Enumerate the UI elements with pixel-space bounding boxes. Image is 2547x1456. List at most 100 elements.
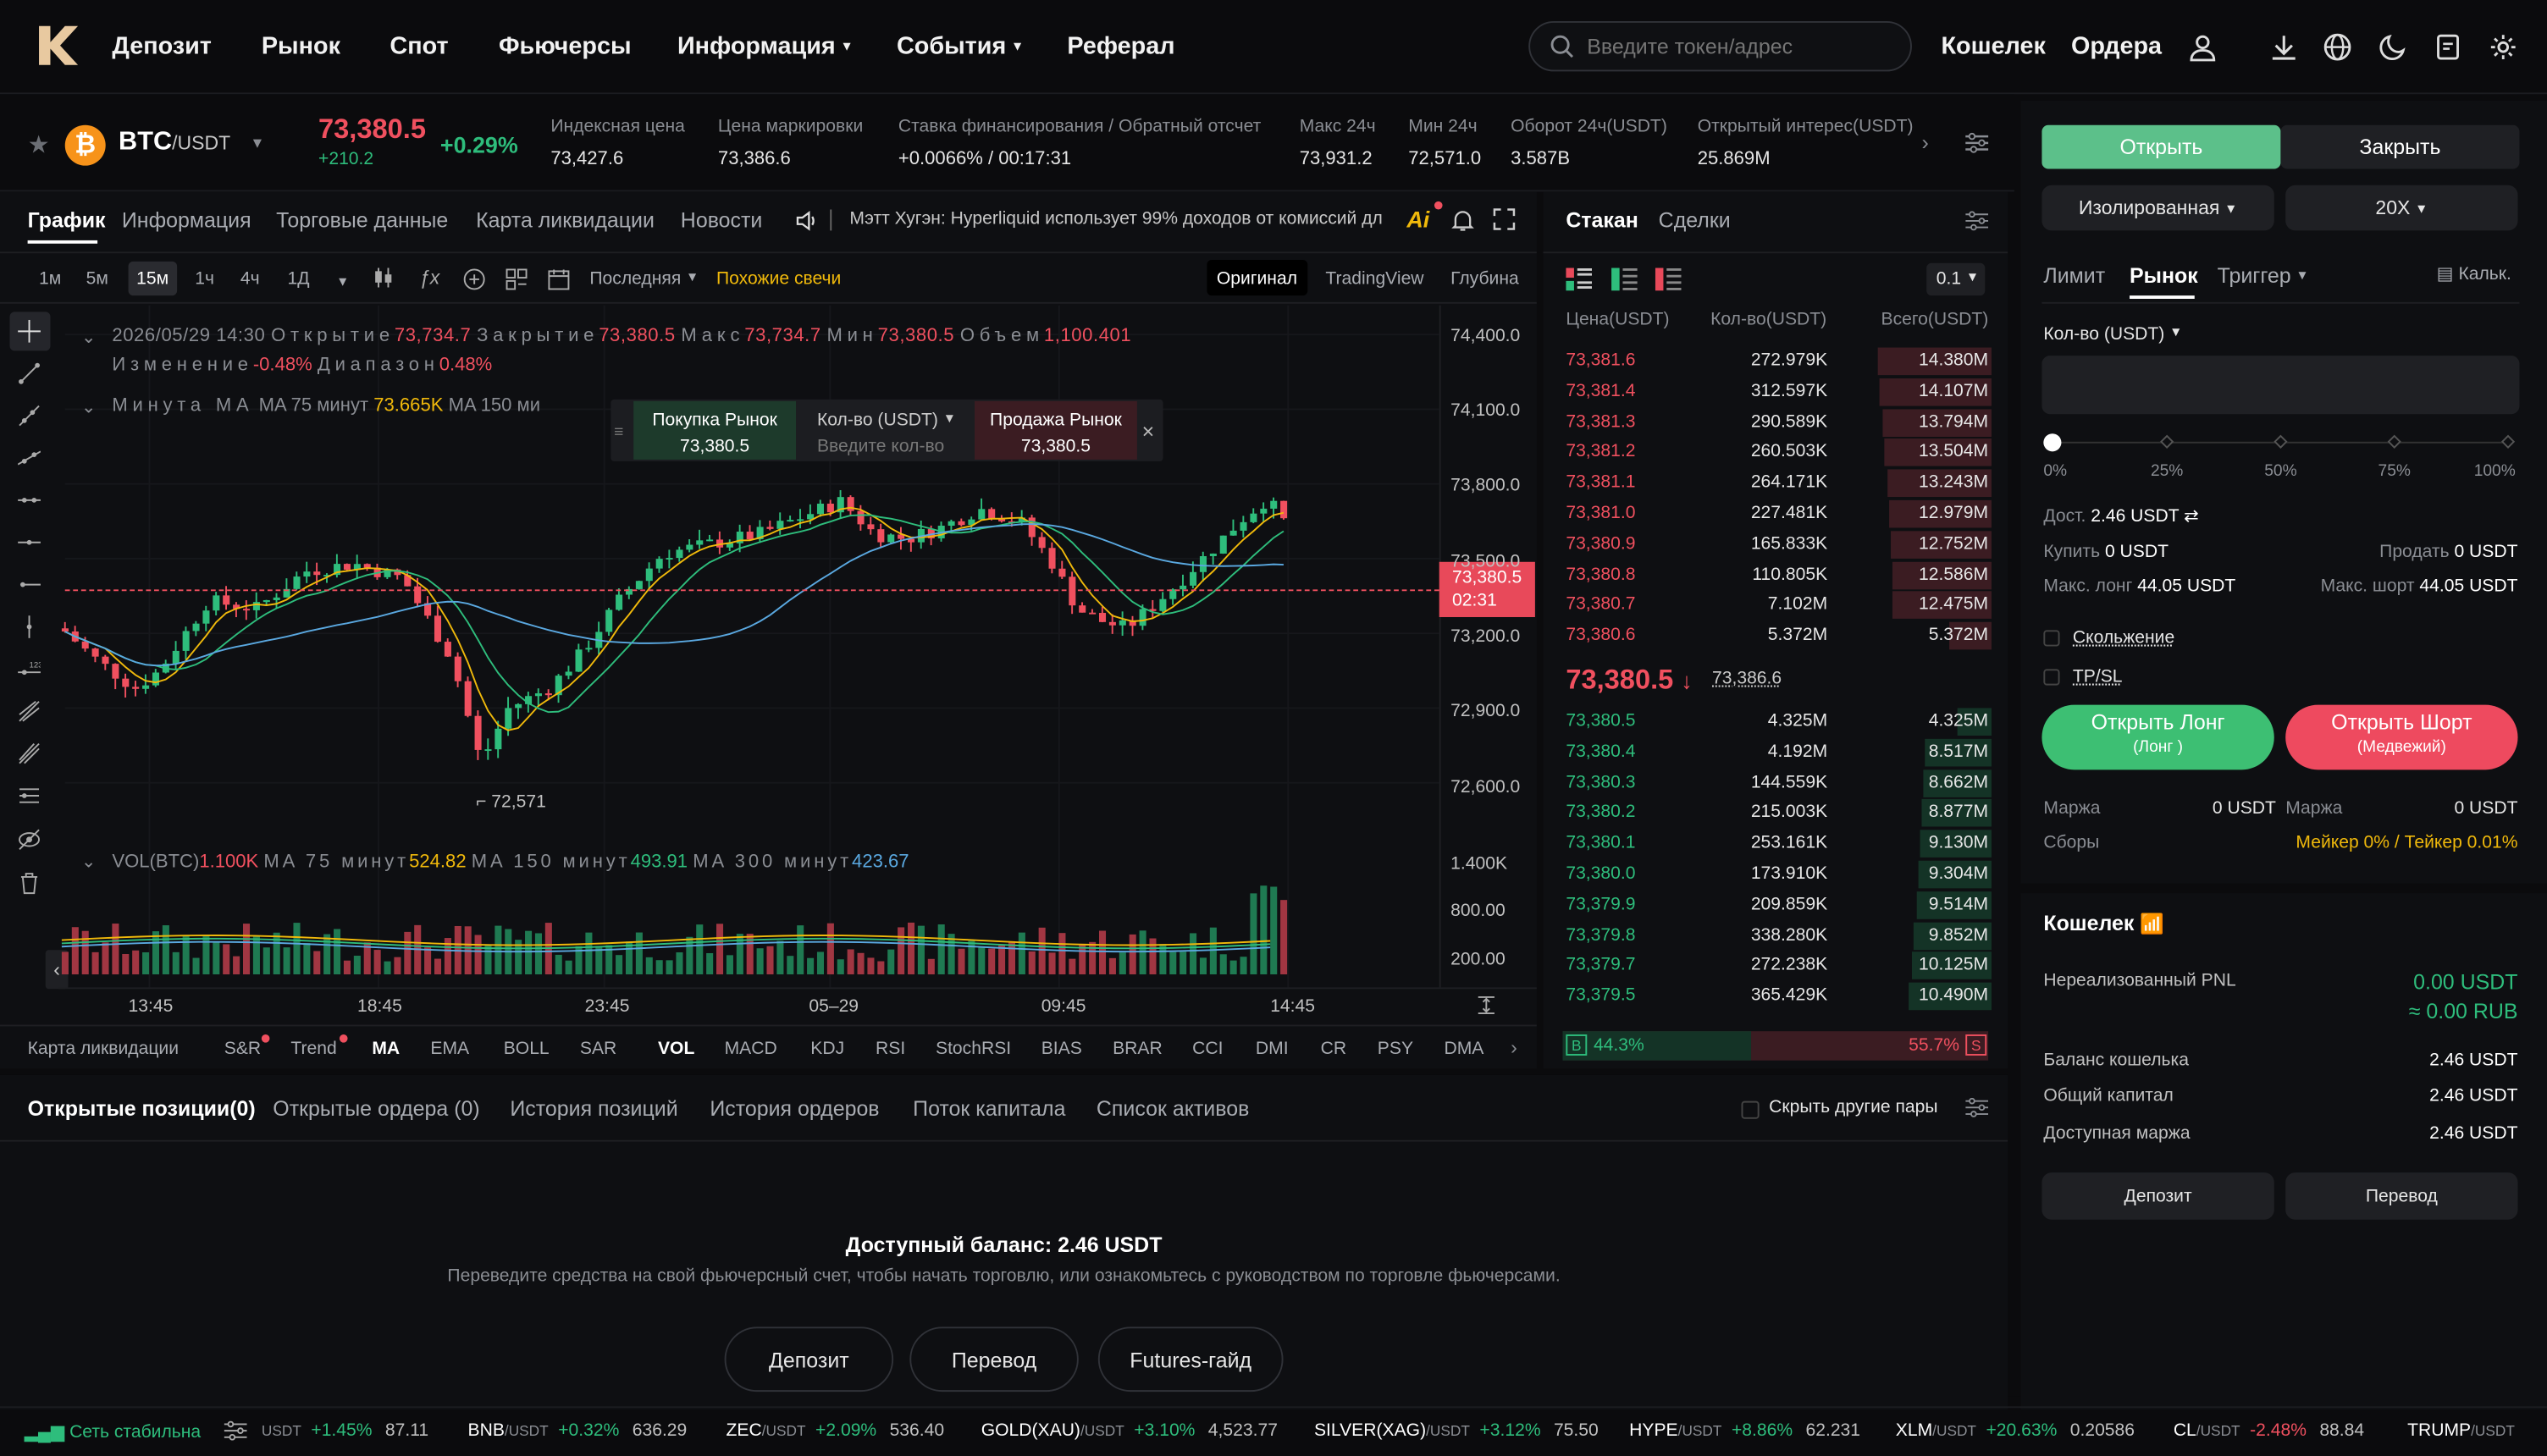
alert-bell-icon[interactable] (1449, 207, 1475, 233)
user-icon[interactable] (2186, 30, 2218, 63)
drag-handle-icon[interactable]: ≡ (614, 424, 623, 442)
nav-info[interactable]: Информация ▼ (677, 32, 854, 60)
orderbook-row[interactable]: 73,379.9 209.859K 9.514M (1556, 890, 1992, 920)
indicator-trend[interactable]: Trend (290, 1040, 336, 1059)
download-icon[interactable] (2268, 30, 2300, 63)
tab-position-history[interactable]: История позиций (510, 1096, 677, 1121)
hide-pairs-label[interactable]: Скрыть другие пары (1769, 1098, 1937, 1117)
wallet-transfer-button[interactable]: Перевод (2285, 1172, 2518, 1220)
logo[interactable] (32, 21, 81, 70)
tab-chart[interactable]: График (28, 208, 106, 233)
moon-icon[interactable] (2377, 30, 2409, 63)
orderbook-row[interactable]: 73,381.0 227.481K 12.979M (1556, 499, 1992, 529)
order-type-market[interactable]: Рынок (2130, 263, 2198, 288)
footer-ticker-item[interactable]: SILVER(XAG)/USDT +3.12% 75.50 (1314, 1421, 1599, 1441)
nav-orders[interactable]: Ордера (2071, 32, 2162, 60)
slippage-checkbox[interactable] (2043, 630, 2060, 647)
nav-events[interactable]: События ▼ (897, 32, 1024, 60)
view-tradingview[interactable]: TradingView (1325, 269, 1423, 289)
indicator-rsi[interactable]: RSI (876, 1040, 905, 1059)
globe-icon[interactable] (2321, 30, 2353, 63)
indicator-stochrsi[interactable]: StochRSI (936, 1040, 1011, 1059)
collapse-legend-chevron-icon[interactable]: ⌄ (81, 327, 97, 348)
view-bids-icon[interactable] (1611, 267, 1638, 291)
orderbook-row[interactable]: 73,381.4 312.597K 14.107M (1556, 377, 1992, 407)
orderbook-row[interactable]: 73,380.2 215.003K 8.877M (1556, 798, 1992, 829)
indicator-bias[interactable]: BIAS (1041, 1040, 1082, 1059)
indicator-dmi[interactable]: DMI (1256, 1040, 1289, 1059)
nav-deposit[interactable]: Депозит (112, 32, 212, 60)
qty-unit-dropdown[interactable]: Кол-во (USDT) ▼ (2043, 325, 2182, 345)
indicator-[interactable]: Карта ликвидации (28, 1040, 179, 1059)
similar-candles-link[interactable]: Похожие свечи (716, 269, 841, 289)
function-fx-icon[interactable]: ƒx (419, 267, 439, 290)
nav-market[interactable]: Рынок (262, 32, 340, 60)
sliders-icon[interactable] (1962, 129, 1992, 158)
collapse-vol-chevron-icon[interactable]: ⌄ (81, 851, 97, 872)
footer-ticker-item[interactable]: TRUMP/USDT (2407, 1421, 2538, 1441)
layout-grid-icon[interactable] (504, 267, 528, 291)
orderbook-row[interactable]: 73,381.1 264.171K 13.243M (1556, 468, 1992, 499)
indicator-ma[interactable]: MA (372, 1040, 400, 1059)
fibonacci-tool-icon[interactable] (14, 781, 44, 811)
footer-settings-icon[interactable] (223, 1418, 249, 1444)
view-depth[interactable]: Глубина (1450, 269, 1519, 289)
collapse-ma-chevron-icon[interactable]: ⌄ (81, 396, 97, 417)
quick-sell-market-button[interactable]: Продажа Рынок 73,380.5 (975, 400, 1137, 460)
tab-liquidation-map[interactable]: Карта ликвидации (476, 208, 655, 233)
tf-15m[interactable]: 15м (136, 269, 169, 289)
horizontal-line-tool-icon[interactable] (14, 527, 44, 557)
news-marquee[interactable]: Мэтт Хугэн: Hyperliquid использует 99% д… (849, 209, 1389, 229)
crosshair-tool-icon[interactable] (14, 317, 44, 346)
price-line-tool-icon[interactable]: 123 (14, 654, 44, 684)
axis-scale-icon[interactable] (1477, 994, 1496, 1015)
tpsl-label[interactable]: TP/SL (2073, 667, 2123, 687)
positions-settings-icon[interactable] (1964, 1095, 1990, 1121)
view-original[interactable]: Оригинал (1217, 269, 1297, 289)
footer-ticker-item[interactable]: XLM/USDT +20.63% 0.20586 (1896, 1421, 2135, 1441)
nav-wallet[interactable]: Кошелек (1941, 32, 2045, 60)
footer-ticker-item[interactable]: ZEC/USDT +2.09% 536.40 (727, 1421, 945, 1441)
indicator-cci[interactable]: CCI (1192, 1040, 1223, 1059)
document-icon[interactable] (2432, 30, 2464, 63)
nav-spot[interactable]: Спот (390, 32, 448, 60)
orderbook-row[interactable]: 73,380.3 144.559K 8.662M (1556, 768, 1992, 798)
orderbook-row[interactable]: 73,379.7 272.238K 10.125M (1556, 951, 1992, 981)
extended-line-tool-icon[interactable] (14, 444, 44, 473)
orderbook-row[interactable]: 73,380.7 7.102M 12.475M (1556, 590, 1992, 620)
speaker-icon[interactable] (794, 209, 817, 232)
tab-info[interactable]: Информация (122, 208, 251, 233)
nav-futures[interactable]: Фьючерсы (499, 32, 632, 60)
ai-icon[interactable]: Ai (1406, 207, 1429, 233)
indicator-brar[interactable]: BRAR (1113, 1040, 1163, 1059)
open-position-tab[interactable]: Открыть (2041, 124, 2281, 169)
orderbook-row[interactable]: 73,380.6 5.372M 5.372M (1556, 620, 1992, 651)
search-input[interactable] (1587, 34, 1896, 59)
qty-slider-thumb[interactable] (2043, 433, 2062, 452)
fullscreen-icon[interactable] (1491, 207, 1517, 233)
chevron-down-icon[interactable]: ▼ (250, 135, 264, 151)
indicator-sar[interactable]: SAR (580, 1040, 616, 1059)
nav-referral[interactable]: Реферал (1067, 32, 1174, 60)
footer-ticker-item[interactable]: GOLD(XAU)/USDT +3.10% 4,523.77 (981, 1421, 1278, 1441)
footer-ticker-item[interactable]: BNB/USDT +0.32% 636.29 (467, 1421, 687, 1441)
tf-1m[interactable]: 1м (39, 269, 61, 289)
tab-asset-list[interactable]: Список активов (1097, 1096, 1249, 1121)
trend-line-tool-icon[interactable] (14, 359, 44, 389)
orderbook-settings-icon[interactable] (1962, 207, 1992, 236)
horizontal-ray-tool-icon[interactable] (14, 570, 44, 599)
orderbook-row[interactable]: 73,380.0 173.910K 9.304M (1556, 859, 1992, 890)
orderbook-row[interactable]: 73,380.5 4.325M 4.325M (1556, 707, 1992, 737)
fees-value[interactable]: Мейкер 0% / Тейкер 0.01% (2296, 833, 2517, 852)
add-indicator-icon[interactable] (461, 267, 486, 291)
indicator-cr[interactable]: CR (1321, 1040, 1346, 1059)
order-type-limit[interactable]: Лимит (2043, 263, 2105, 288)
transfer-arrows-icon[interactable]: ⇄ (2184, 507, 2199, 527)
quick-qty-field[interactable]: Кол-во (USDT) ▼ Введите кол-во (796, 401, 975, 460)
precision-dropdown[interactable]: 0.1 ▼ (1926, 262, 1986, 296)
view-both-icon[interactable] (1566, 267, 1593, 291)
leverage-dropdown[interactable]: 20X ▼ (2285, 185, 2518, 231)
footer-ticker-item[interactable]: USDT +1.45% 87.11 (262, 1421, 428, 1441)
positions-deposit-button[interactable]: Депозит (724, 1326, 894, 1393)
quick-buy-market-button[interactable]: Покупка Рынок 73,380.5 (633, 400, 797, 460)
